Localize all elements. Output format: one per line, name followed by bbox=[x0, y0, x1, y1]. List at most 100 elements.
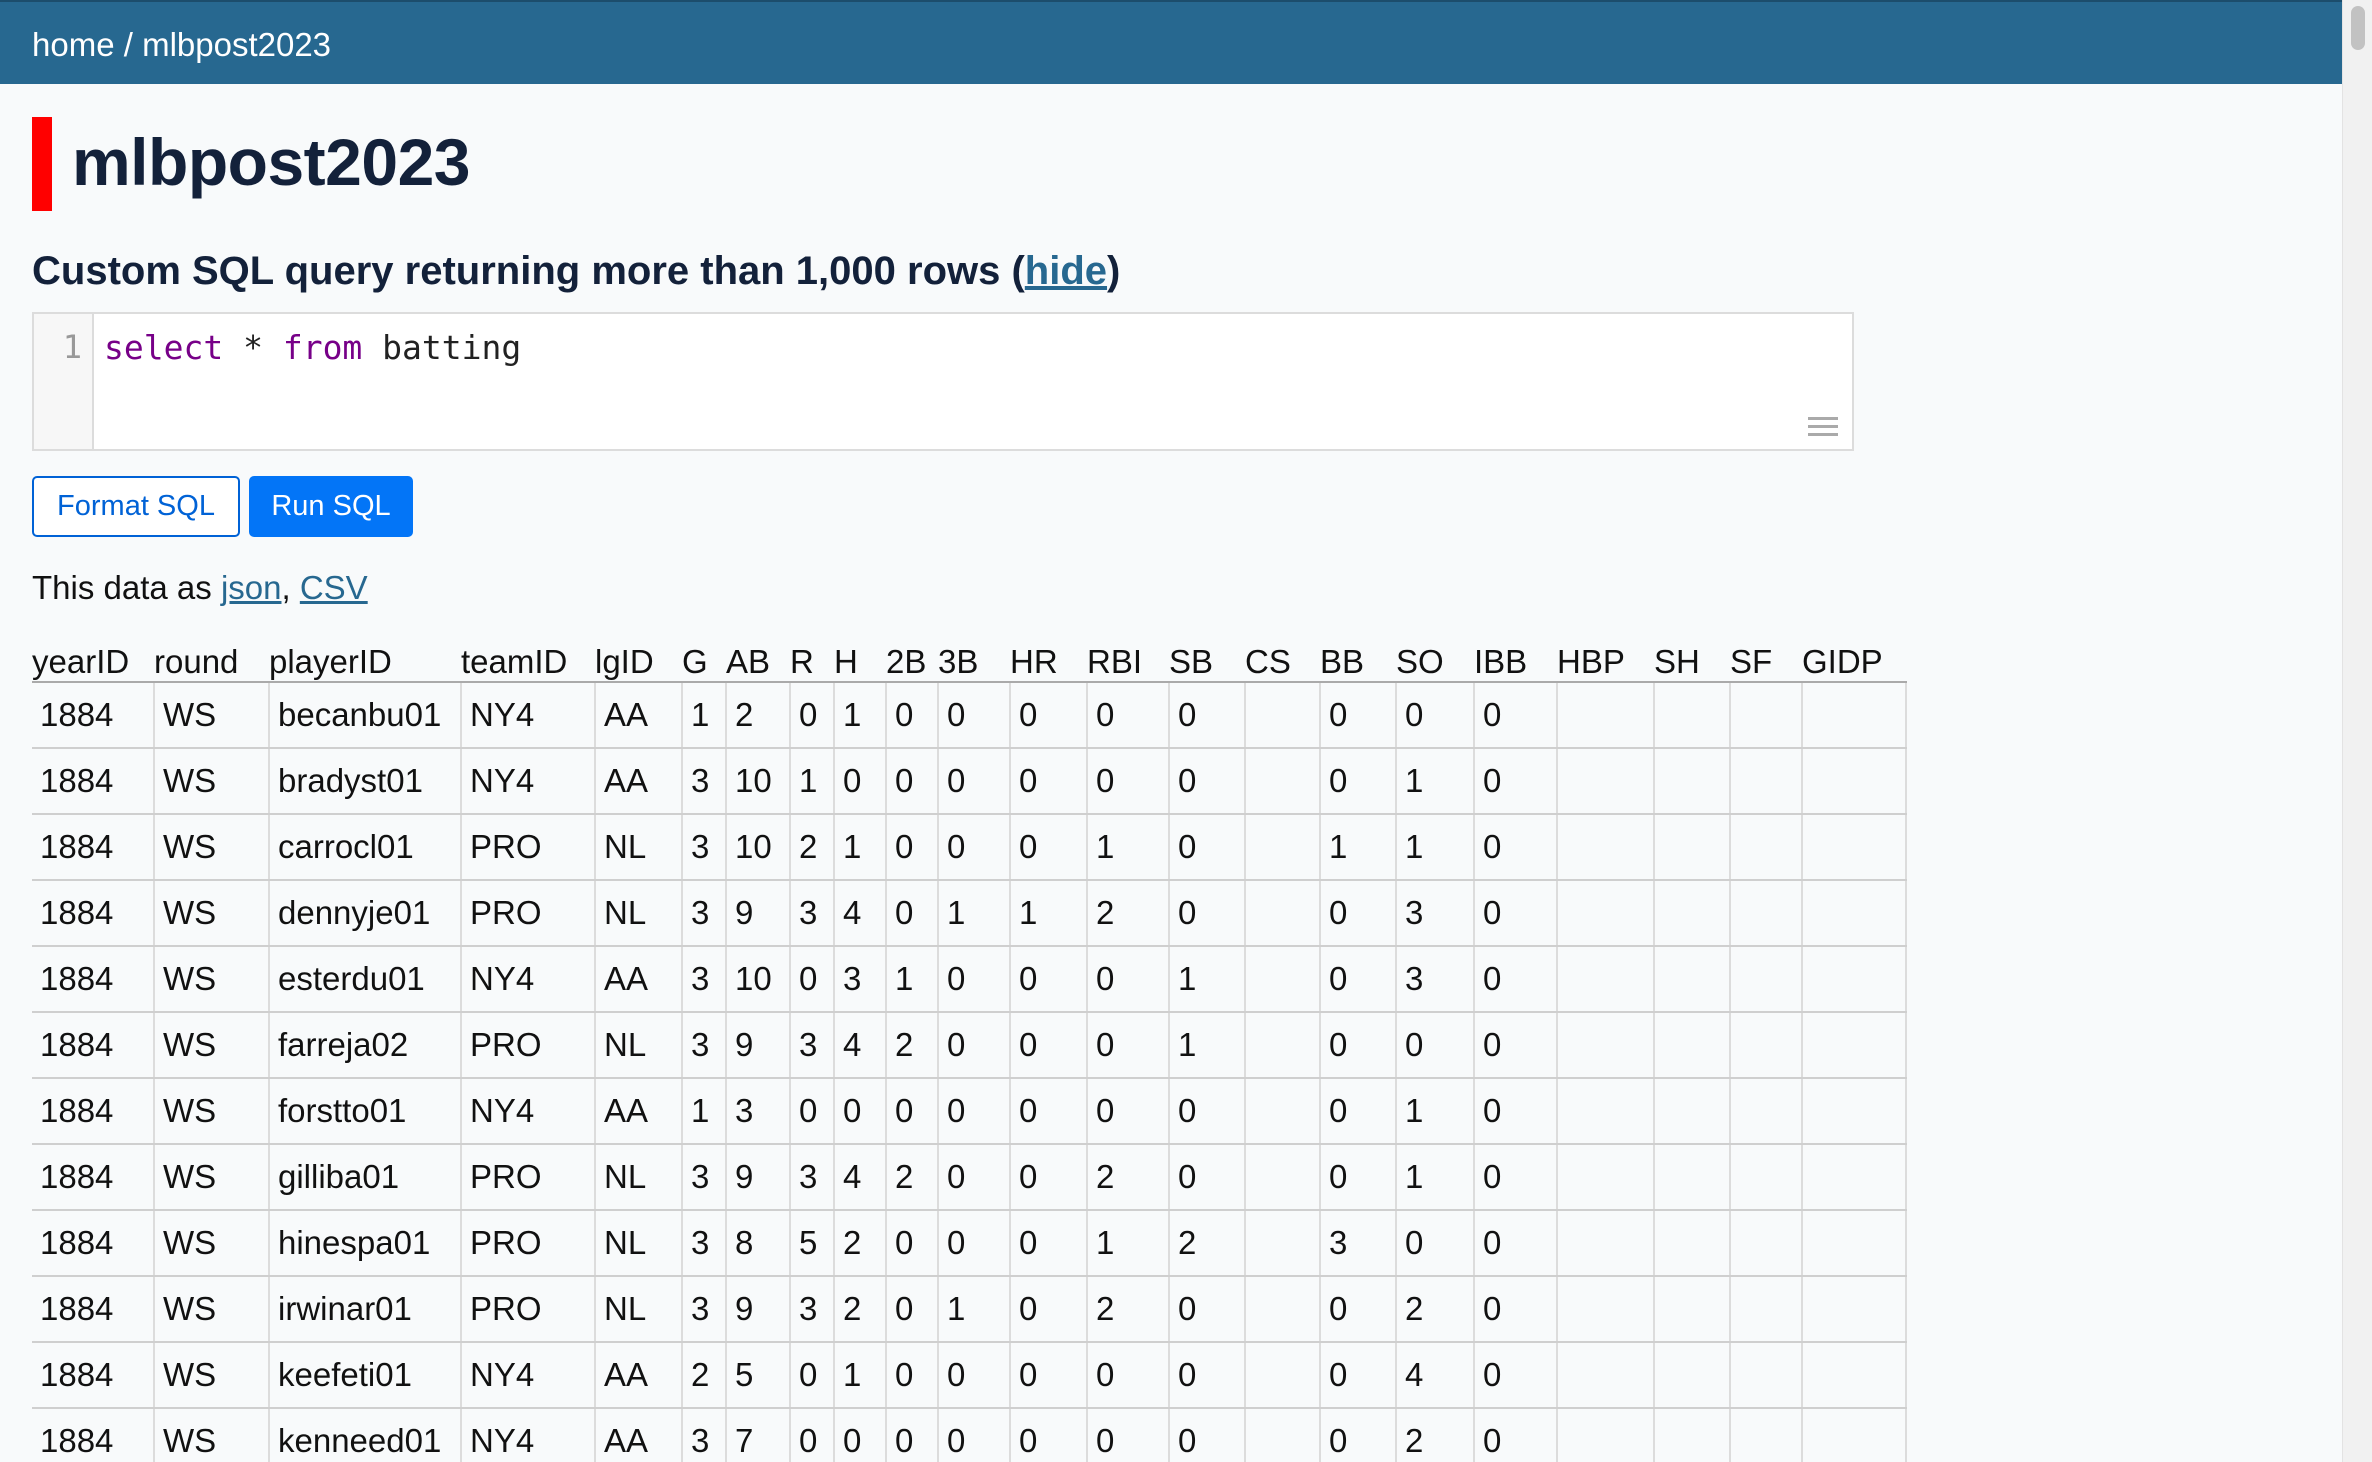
table-cell: 10 bbox=[725, 946, 790, 1013]
table-cell: AA bbox=[594, 1408, 682, 1462]
scrollbar-thumb[interactable] bbox=[2351, 6, 2365, 50]
column-header[interactable]: AB bbox=[726, 636, 790, 683]
column-header[interactable]: R bbox=[790, 636, 834, 683]
table-cell: 0 bbox=[937, 1144, 1010, 1211]
hide-query-link[interactable]: hide bbox=[1025, 249, 1107, 293]
table-cell: 10 bbox=[725, 814, 790, 881]
table-cell bbox=[1653, 1144, 1730, 1211]
column-header[interactable]: H bbox=[834, 636, 886, 683]
column-header[interactable]: CS bbox=[1245, 636, 1320, 683]
run-sql-button[interactable]: Run SQL bbox=[249, 476, 413, 537]
column-header[interactable]: HR bbox=[1010, 636, 1087, 683]
table-cell: 1 bbox=[885, 946, 938, 1013]
table-cell: 3 bbox=[1319, 1210, 1396, 1277]
breadcrumb-home-link[interactable]: home bbox=[32, 26, 115, 63]
column-header[interactable]: yearID bbox=[32, 636, 154, 683]
column-header[interactable]: 3B bbox=[938, 636, 1010, 683]
table-cell bbox=[1556, 1078, 1654, 1145]
window-scrollbar[interactable] bbox=[2342, 0, 2372, 1462]
table-cell: 3 bbox=[681, 814, 726, 881]
table-cell: NL bbox=[594, 1276, 682, 1343]
table-header-row: yearID round playerID teamID lgID G AB R H 2B 3B HR… bbox=[32, 636, 1906, 683]
table-cell bbox=[1244, 1144, 1320, 1211]
column-header[interactable]: SH bbox=[1654, 636, 1730, 683]
table-cell: 3 bbox=[789, 880, 834, 947]
title-accent-bar bbox=[32, 117, 52, 211]
table-cell: 1 bbox=[1395, 814, 1474, 881]
table-cell: 2 bbox=[1086, 880, 1169, 947]
table-cell bbox=[1729, 1342, 1802, 1409]
table-cell: 0 bbox=[1319, 880, 1396, 947]
column-header[interactable]: lgID bbox=[595, 636, 682, 683]
column-header[interactable]: round bbox=[154, 636, 269, 683]
table-header: yearID round playerID teamID lgID G AB R H 2B 3B HR… bbox=[32, 636, 1906, 683]
table-cell bbox=[1801, 682, 1907, 749]
table-cell: 0 bbox=[1319, 1078, 1396, 1145]
sql-code[interactable]: select * from batting bbox=[104, 328, 521, 367]
table-cell: 3 bbox=[833, 946, 886, 1013]
column-header[interactable]: BB bbox=[1320, 636, 1396, 683]
table-cell bbox=[1244, 1276, 1320, 1343]
table-cell: hinespa01 bbox=[268, 1210, 461, 1277]
table-cell: AA bbox=[594, 682, 682, 749]
export-csv-link[interactable]: CSV bbox=[300, 569, 368, 606]
export-json-link[interactable]: json bbox=[221, 569, 282, 606]
column-header[interactable]: 2B bbox=[886, 636, 938, 683]
column-header[interactable]: playerID bbox=[269, 636, 461, 683]
table-cell: AA bbox=[594, 748, 682, 815]
breadcrumb-current-link[interactable]: mlbpost2023 bbox=[142, 26, 331, 63]
table-cell: 3 bbox=[681, 1276, 726, 1343]
column-header[interactable]: SB bbox=[1169, 636, 1245, 683]
table-cell: 1884 bbox=[32, 682, 154, 749]
table-cell bbox=[1244, 748, 1320, 815]
table-cell: 0 bbox=[789, 1078, 834, 1145]
table-cell: 2 bbox=[1168, 1210, 1245, 1277]
table-cell: 0 bbox=[885, 1210, 938, 1277]
format-sql-button[interactable]: Format SQL bbox=[32, 476, 240, 537]
column-header[interactable]: G bbox=[682, 636, 726, 683]
table-cell: 0 bbox=[937, 946, 1010, 1013]
table-cell: 0 bbox=[1009, 1408, 1087, 1462]
sql-star: * bbox=[223, 328, 283, 367]
column-header[interactable]: teamID bbox=[461, 636, 595, 683]
table-cell: 3 bbox=[681, 748, 726, 815]
editor-resize-handle-icon[interactable] bbox=[1808, 417, 1838, 441]
table-cell: PRO bbox=[460, 1276, 595, 1343]
table-cell: 3 bbox=[681, 1012, 726, 1079]
table-cell bbox=[1801, 1276, 1907, 1343]
table-cell: 0 bbox=[1395, 682, 1474, 749]
table-cell: 3 bbox=[681, 1144, 726, 1211]
table-cell: 0 bbox=[1168, 1144, 1245, 1211]
table-cell bbox=[1801, 748, 1907, 815]
table-cell: 1 bbox=[1319, 814, 1396, 881]
table-cell bbox=[1801, 1078, 1907, 1145]
table-cell: PRO bbox=[460, 1144, 595, 1211]
column-header[interactable]: SF bbox=[1730, 636, 1802, 683]
column-header[interactable]: RBI bbox=[1087, 636, 1169, 683]
table-cell: 0 bbox=[789, 946, 834, 1013]
column-header[interactable]: HBP bbox=[1557, 636, 1654, 683]
column-header[interactable]: SO bbox=[1396, 636, 1474, 683]
query-heading-text: Custom SQL query returning more than 1,0… bbox=[32, 249, 1025, 293]
table-cell: PRO bbox=[460, 1012, 595, 1079]
table-cell: 1884 bbox=[32, 1078, 154, 1145]
table-cell bbox=[1729, 1078, 1802, 1145]
table-cell: 3 bbox=[681, 880, 726, 947]
sql-table-name: batting bbox=[362, 328, 522, 367]
table-cell: 4 bbox=[833, 1012, 886, 1079]
table-cell: 1 bbox=[937, 1276, 1010, 1343]
table-cell: 0 bbox=[1473, 1342, 1557, 1409]
sql-editor[interactable]: 1 select * from batting bbox=[32, 312, 1854, 451]
column-header[interactable]: GIDP bbox=[1802, 636, 1906, 683]
table-cell: 1 bbox=[681, 1078, 726, 1145]
table-cell: 2 bbox=[1086, 1276, 1169, 1343]
table-cell: 1884 bbox=[32, 1276, 154, 1343]
table-cell bbox=[1653, 1012, 1730, 1079]
table-cell: 2 bbox=[1086, 1144, 1169, 1211]
table-cell: 3 bbox=[1395, 880, 1474, 947]
table-cell: AA bbox=[594, 1342, 682, 1409]
table-cell: gilliba01 bbox=[268, 1144, 461, 1211]
table-cell: 0 bbox=[789, 1408, 834, 1462]
column-header[interactable]: IBB bbox=[1474, 636, 1557, 683]
table-cell: 0 bbox=[1473, 1210, 1557, 1277]
